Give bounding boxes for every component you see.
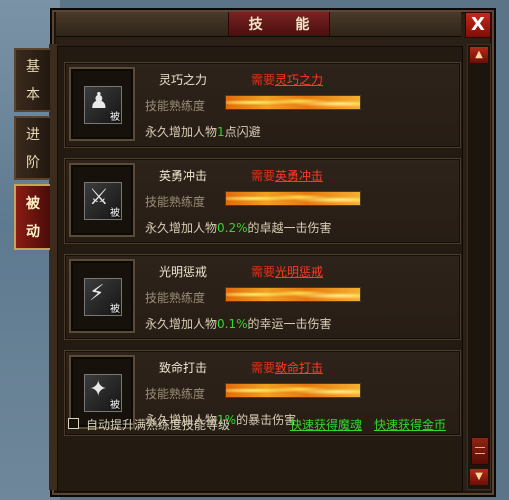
auto-upgrade-checkbox[interactable]: [68, 418, 79, 429]
skill-icon-frame: ⚡ 被: [69, 259, 135, 333]
scroll-up-button[interactable]: ▲: [470, 47, 488, 63]
skill-card[interactable]: ♟ 被 灵巧之力 需要灵巧之力 技能熟练度 永久增加人物1点闪避: [64, 62, 461, 148]
skill-requirement: 需要光明惩戒: [251, 263, 323, 280]
desc-suffix: 的卓越一击伤害: [247, 221, 332, 235]
skill-name: 致命打击: [159, 361, 208, 375]
proficiency-label: 技能熟练度: [145, 99, 206, 113]
skill-icon-frame: ♟ 被: [69, 67, 135, 141]
passive-badge: 被: [110, 208, 120, 219]
skill-requirement: 需要英勇冲击: [251, 167, 323, 184]
blade-icon-glyph: ⚡: [89, 281, 105, 306]
close-button[interactable]: X: [465, 12, 491, 38]
desc-value: 0.1%: [217, 317, 248, 331]
desc-value: 1: [217, 125, 225, 139]
tab-basic-label-bottom: 本: [26, 87, 40, 103]
tab-advanced-label-bottom: 阶: [26, 155, 40, 171]
desc-prefix: 永久增加人物: [145, 125, 218, 139]
proficiency-fill: [226, 384, 360, 397]
blade-icon[interactable]: ⚡ 被: [84, 278, 122, 316]
proficiency-bar: [225, 383, 361, 398]
scroll-thumb[interactable]: [471, 437, 489, 465]
skill-requirement: 需要灵巧之力: [251, 71, 323, 88]
skill-description: 永久增加人物1点闪避: [145, 123, 261, 140]
req-skill-link[interactable]: 灵巧之力: [275, 73, 323, 87]
tab-rim: [49, 44, 57, 490]
auto-upgrade-label[interactable]: 自动提升满熟练度技能等级: [86, 416, 230, 433]
desc-suffix: 的幸运一击伤害: [247, 317, 332, 331]
req-prefix: 需要: [251, 265, 276, 279]
passive-badge: 被: [110, 304, 120, 315]
tab-advanced-label-top: 进: [26, 127, 40, 143]
skill-icon-frame: ⚔ 被: [69, 163, 135, 237]
skill-name: 灵巧之力: [159, 73, 208, 87]
proficiency-label: 技能熟练度: [145, 195, 206, 209]
tab-passive-label-bottom: 动: [26, 224, 40, 240]
req-prefix: 需要: [251, 169, 276, 183]
scroll-down-button[interactable]: ▼: [470, 469, 488, 485]
figure-icon[interactable]: ♟ 被: [84, 86, 122, 124]
figure-icon-glyph: ♟: [89, 89, 109, 114]
desc-prefix: 永久增加人物: [145, 221, 218, 235]
tab-passive[interactable]: 被 动: [14, 184, 50, 250]
proficiency-fill: [226, 288, 360, 301]
passive-badge: 被: [110, 112, 120, 123]
req-prefix: 需要: [251, 361, 276, 375]
proficiency-fill: [226, 96, 360, 109]
skill-card[interactable]: ⚔ 被 英勇冲击 需要英勇冲击 技能熟练度 永久增加人物0.2%的卓越一击伤害: [64, 158, 461, 244]
proficiency-label: 技能熟练度: [145, 387, 206, 401]
desc-value: 0.2%: [217, 221, 248, 235]
desc-prefix: 永久增加人物: [145, 317, 218, 331]
strike-icon[interactable]: ✦ 被: [84, 374, 122, 412]
tab-advanced[interactable]: 进 阶: [14, 116, 50, 180]
skill-description: 永久增加人物0.2%的卓越一击伤害: [145, 219, 332, 236]
skill-description: 永久增加人物0.1%的幸运一击伤害: [145, 315, 332, 332]
proficiency-bar: [225, 287, 361, 302]
req-skill-link[interactable]: 光明惩戒: [275, 265, 323, 279]
slash-icon[interactable]: ⚔ 被: [84, 182, 122, 220]
proficiency-bar: [225, 191, 361, 206]
req-prefix: 需要: [251, 73, 276, 87]
skill-requirement: 需要致命打击: [251, 359, 323, 376]
get-gold-link[interactable]: 快速获得金币: [374, 416, 446, 433]
tab-passive-label-top: 被: [26, 196, 40, 212]
scrollbar[interactable]: ▲ ▼: [467, 44, 491, 490]
req-skill-link[interactable]: 英勇冲击: [275, 169, 323, 183]
footer-bar: 自动提升满熟练度技能等级 快速获得魔魂 快速获得金币: [64, 416, 461, 434]
skill-name: 英勇冲击: [159, 169, 208, 183]
skill-name: 光明惩戒: [159, 265, 208, 279]
strike-icon-glyph: ✦: [89, 377, 108, 402]
window-title: 技 能: [228, 12, 330, 36]
proficiency-bar: [225, 95, 361, 110]
desc-suffix: 点闪避: [224, 125, 261, 139]
proficiency-fill: [226, 192, 360, 205]
slash-icon-glyph: ⚔: [89, 185, 109, 210]
proficiency-label: 技能熟练度: [145, 291, 206, 305]
get-soul-link[interactable]: 快速获得魔魂: [290, 416, 362, 433]
req-skill-link[interactable]: 致命打击: [275, 361, 323, 375]
skill-card[interactable]: ⚡ 被 光明惩戒 需要光明惩戒 技能熟练度 永久增加人物0.1%的幸运一击伤害: [64, 254, 461, 340]
tab-basic-label-top: 基: [26, 59, 40, 75]
tab-basic[interactable]: 基 本: [14, 48, 50, 112]
passive-badge: 被: [110, 400, 120, 411]
